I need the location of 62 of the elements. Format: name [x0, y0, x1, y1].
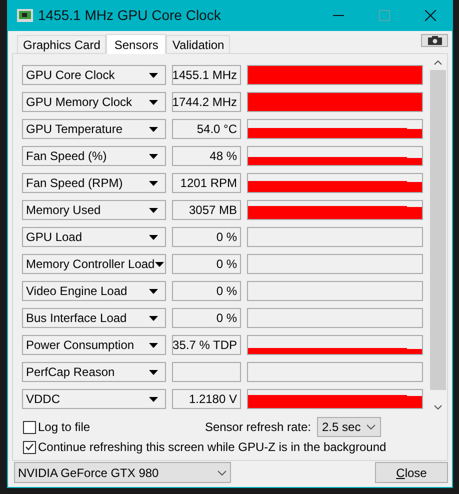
- sensor-value: 1201 RPM: [172, 173, 241, 193]
- sensor-value: 0 %: [172, 281, 241, 301]
- gpu-dropdown[interactable]: NVIDIA GeForce GTX 980: [14, 462, 231, 483]
- sensor-dropdown[interactable]: GPU Temperature: [22, 119, 166, 139]
- caret-icon: [149, 180, 158, 186]
- tab[interactable]: Sensors: [106, 34, 166, 54]
- sensor-value: 1.2180 V: [172, 389, 241, 409]
- sensor-dropdown[interactable]: GPU Core Clock: [22, 65, 166, 85]
- caret-icon: [149, 342, 158, 348]
- caret-icon: [149, 234, 158, 240]
- window-title: 1455.1 MHz GPU Core Clock: [38, 6, 221, 25]
- sensor-value: [172, 362, 241, 382]
- scroll-up-icon: [434, 60, 442, 65]
- close-icon: [424, 10, 436, 21]
- sensor-value: 3057 MB: [172, 200, 241, 220]
- sensor-dropdown[interactable]: Power Consumption: [22, 335, 166, 355]
- minimize-icon: [332, 15, 344, 16]
- sensor-dropdown[interactable]: VDDC: [22, 389, 166, 409]
- caret-icon: [149, 208, 158, 212]
- checkbox[interactable]: [23, 440, 36, 454]
- sensor-dropdown[interactable]: Memory Controller Load: [22, 254, 166, 274]
- maximize-icon: [378, 10, 390, 21]
- sensor-value: 0 %: [172, 308, 241, 328]
- sensor-value: 54.0 °C: [172, 119, 241, 139]
- sensor-dropdown[interactable]: Fan Speed (RPM): [22, 173, 166, 193]
- sensor-value: 48 %: [172, 146, 241, 166]
- checkbox-label: Log to file: [38, 419, 90, 436]
- sensor-value: 35.7 % TDP: [172, 335, 241, 355]
- refresh-rate-dropdown[interactable]: 2.5 sec: [317, 417, 381, 437]
- chevron-icon: [217, 470, 227, 476]
- caret-icon: [149, 316, 158, 320]
- checkmark-icon: [25, 443, 34, 451]
- sensor-value: 0 %: [172, 227, 241, 247]
- sensor-value: 0 %: [172, 254, 241, 274]
- sensor-dropdown[interactable]: Fan Speed (%): [22, 146, 166, 166]
- sensor-dropdown[interactable]: GPU Load: [22, 227, 166, 247]
- sensor-value: 1744.2 MHz: [172, 92, 241, 112]
- tab[interactable]: Validation: [166, 35, 230, 53]
- sensor-dropdown[interactable]: Memory Used: [22, 200, 166, 220]
- close-button[interactable]: Close: [375, 462, 448, 483]
- sensor-dropdown[interactable]: GPU Memory Clock: [22, 92, 166, 112]
- caret-icon: [149, 396, 158, 402]
- camera-button[interactable]: [421, 34, 448, 47]
- sensor-dropdown[interactable]: PerfCap Reason: [22, 362, 166, 382]
- sensor-dropdown[interactable]: Video Engine Load: [22, 281, 166, 301]
- caret-icon: [149, 100, 158, 104]
- caret-icon: [149, 288, 158, 294]
- caret-icon: [149, 72, 158, 78]
- camera-icon: [428, 36, 442, 45]
- caret-icon: [154, 262, 164, 266]
- sensor-dropdown[interactable]: Bus Interface Load: [22, 308, 166, 328]
- graphics-card-icon: [17, 9, 33, 22]
- checkbox[interactable]: [23, 420, 36, 434]
- chevron-icon: [366, 424, 376, 430]
- sensor-value: 1455.1 MHz: [172, 65, 241, 85]
- tab[interactable]: Graphics Card: [17, 35, 106, 53]
- caret-icon: [149, 126, 158, 132]
- caret-icon: [149, 154, 158, 158]
- refresh-rate-label: Sensor refresh rate:: [204, 419, 311, 436]
- scroll-down-icon: [434, 405, 442, 410]
- checkbox-label: Continue refreshing this screen while GPU-Z is in the background: [38, 439, 386, 456]
- caret-icon: [149, 370, 158, 374]
